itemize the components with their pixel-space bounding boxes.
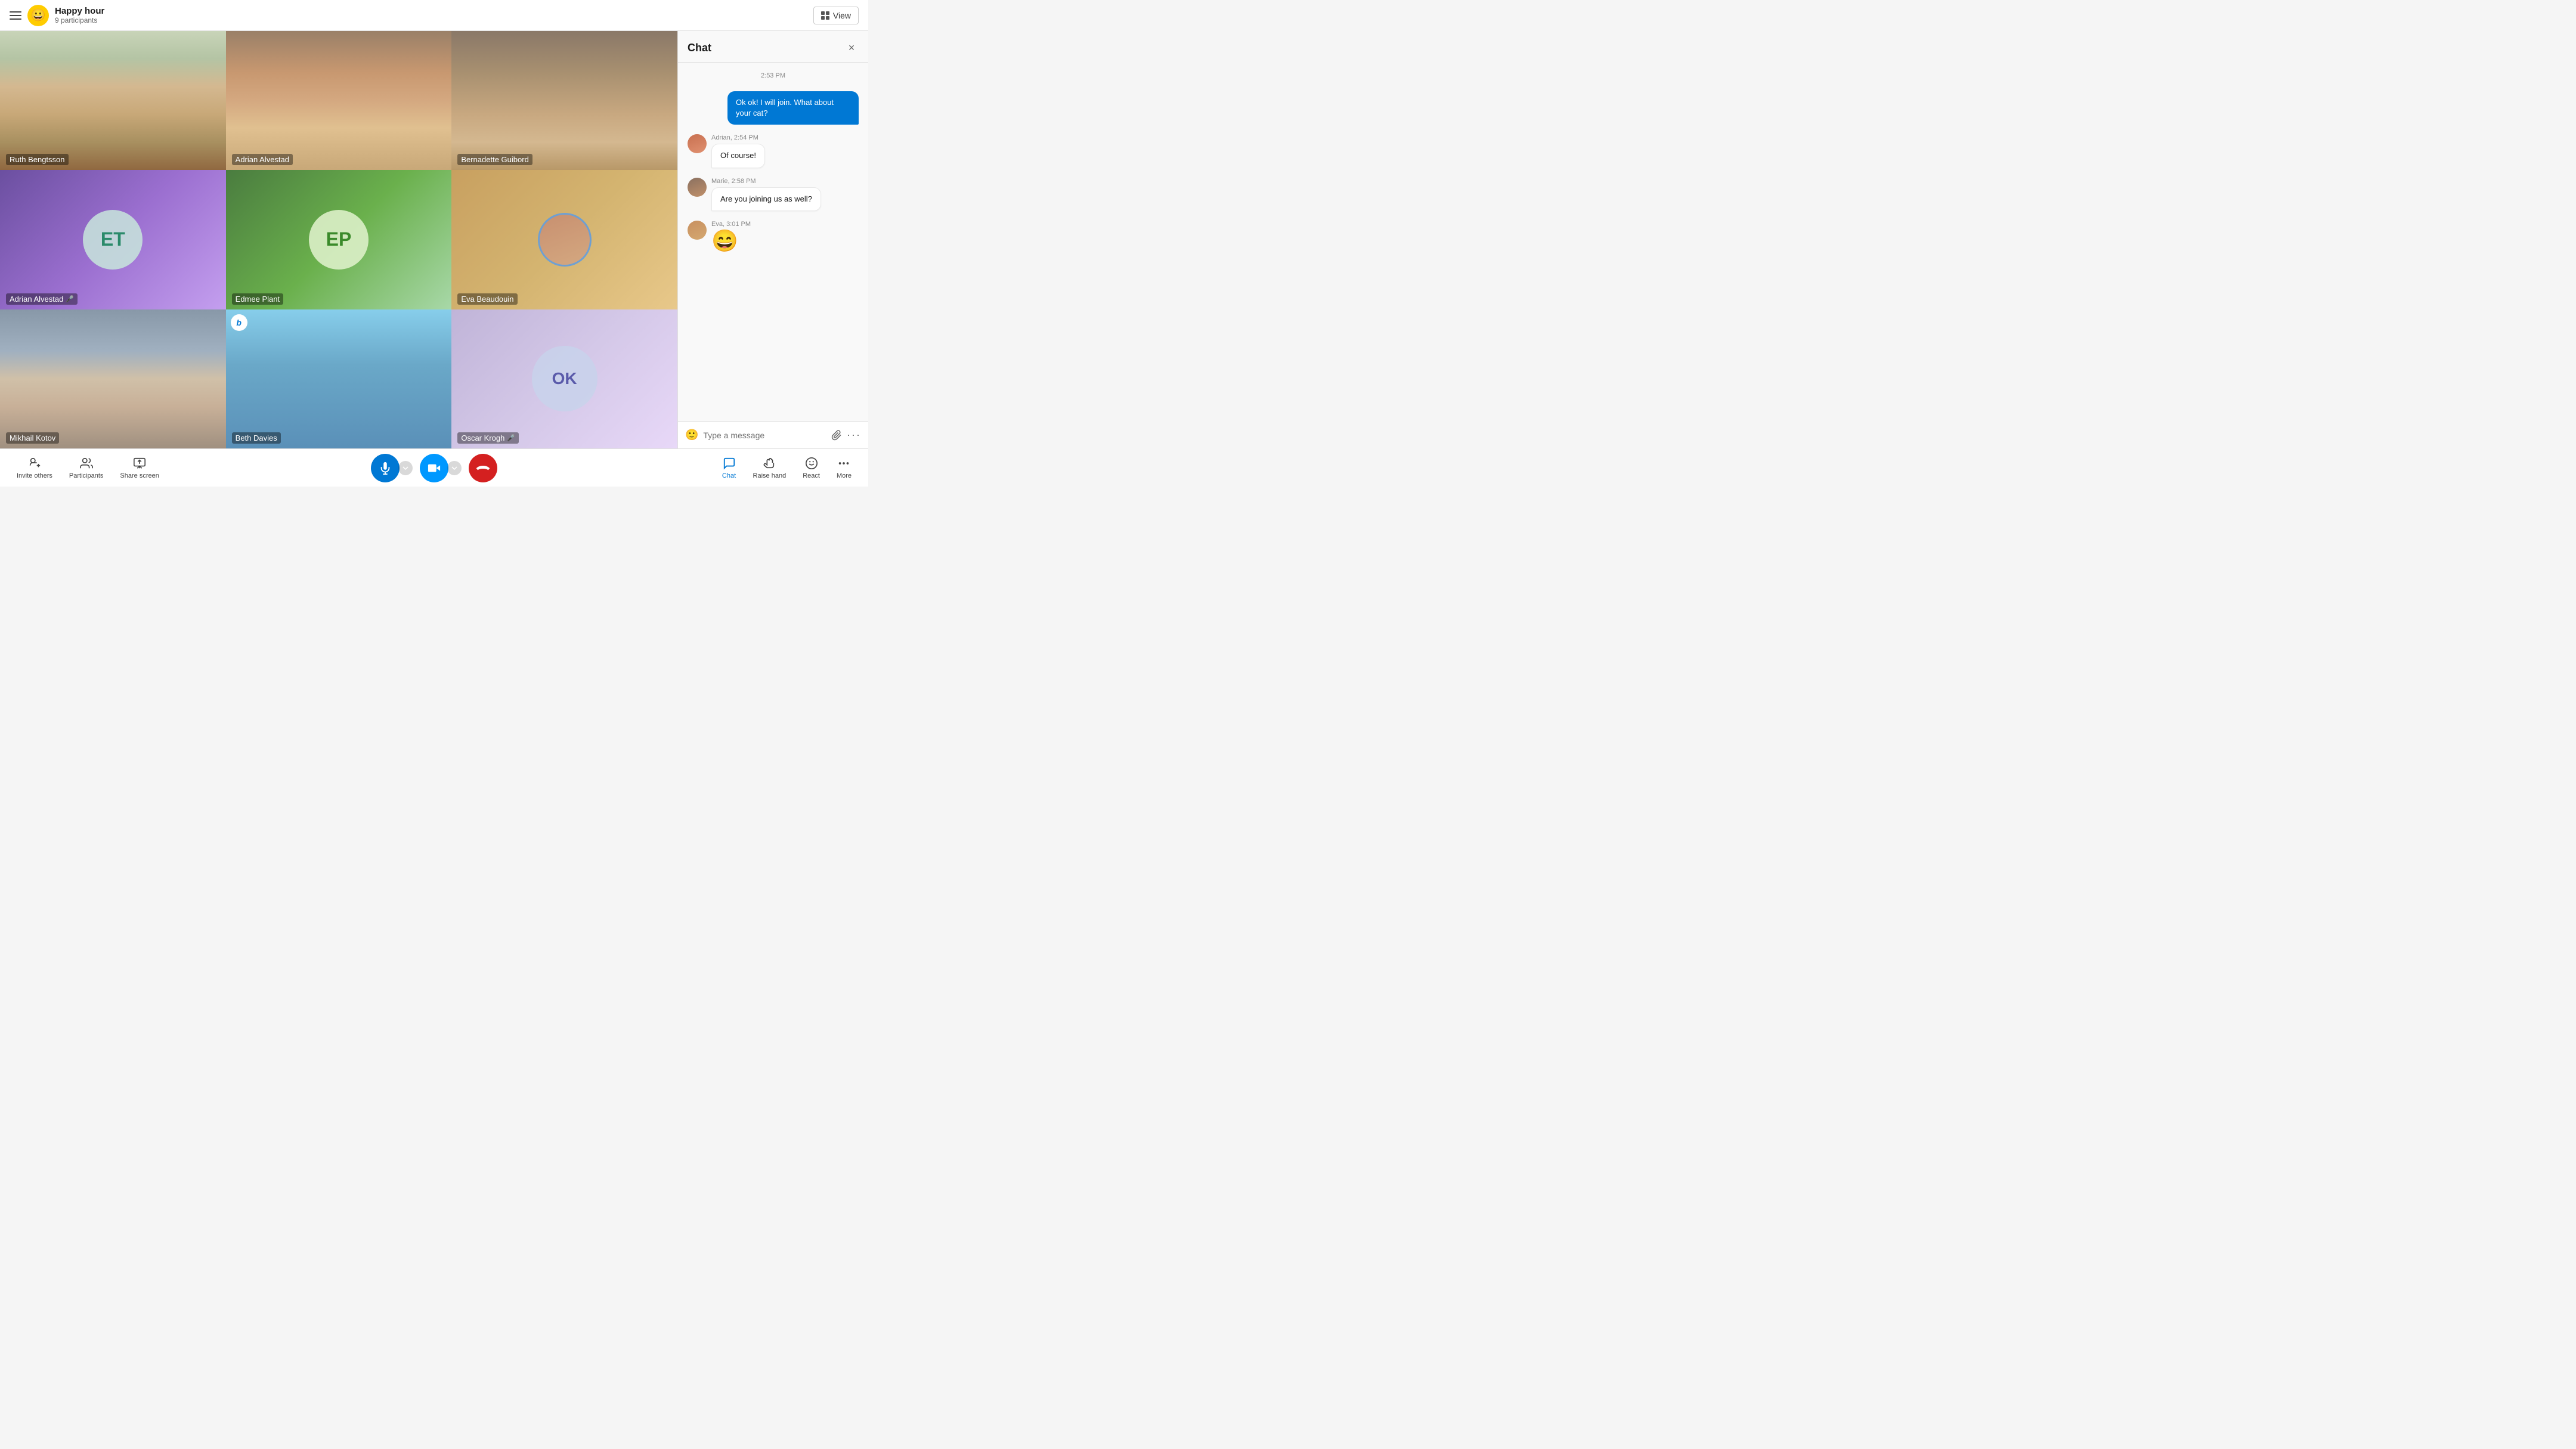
video-tile-eva: Eva Beaudouin	[451, 170, 677, 309]
bottom-toolbar: Invite others Participants	[0, 448, 868, 487]
video-tile-beth: b Beth Davies	[226, 309, 452, 448]
message-emoji-eva: 😄	[711, 230, 751, 252]
main-content: Ruth Bengtsson Adrian Alvestad Bernadett…	[0, 31, 868, 448]
participant-label-ruth: Ruth Bengtsson	[6, 154, 69, 165]
video-tile-oscar: OK Oscar Krogh 🎤	[451, 309, 677, 448]
participant-label-bernadette: Bernadette Guibord	[457, 154, 532, 165]
video-tile-adrian-group: Adrian Alvestad	[226, 31, 452, 170]
participant-label-beth: Beth Davies	[232, 432, 281, 444]
message-content-adrian: Adrian, 2:54 PM Of course!	[711, 134, 765, 168]
view-button-label: View	[833, 11, 851, 20]
more-button[interactable]: More	[829, 454, 859, 482]
video-grid: Ruth Bengtsson Adrian Alvestad Bernadett…	[0, 31, 677, 448]
chat-input-field[interactable]	[703, 431, 826, 440]
participant-label-et: Adrian Alvestad 🎤	[6, 293, 78, 305]
meeting-participants: 9 participants	[55, 16, 104, 24]
end-call-control-group	[469, 454, 497, 482]
raise-hand-button[interactable]: Raise hand	[746, 454, 794, 482]
message-marie: Marie, 2:58 PM Are you joining us as wel…	[688, 178, 859, 211]
chat-more-button[interactable]: ···	[847, 429, 861, 441]
participant-label-eva: Eva Beaudouin	[457, 293, 517, 305]
video-tile-ep: EP Edmee Plant	[226, 170, 452, 309]
message-bubble-adrian: Of course!	[711, 144, 765, 168]
chat-toolbar-button[interactable]: Chat	[715, 454, 744, 482]
message-bubble-self: Ok ok! I will join. What about your cat?	[727, 91, 859, 125]
video-tile-mikhail: Mikhail Kotov	[0, 309, 226, 448]
participant-label-ep: Edmee Plant	[232, 293, 283, 305]
message-adrian: Adrian, 2:54 PM Of course!	[688, 134, 859, 168]
participants-label: Participants	[69, 472, 103, 479]
message-self-1: Ok ok! I will join. What about your cat?	[688, 91, 859, 125]
message-sender-marie: Marie, 2:58 PM	[711, 178, 821, 185]
mic-muted-icon: 🎤	[66, 295, 74, 303]
toolbar-center	[369, 454, 500, 482]
chat-avatar-adrian	[688, 134, 707, 153]
react-icon	[804, 456, 819, 470]
chat-panel: Chat × 2:53 PM Ok ok! I will join. What …	[677, 31, 868, 448]
participants-icon	[79, 456, 94, 470]
participant-label-mikhail: Mikhail Kotov	[6, 432, 59, 444]
chat-toolbar-icon	[722, 456, 736, 470]
invite-others-label: Invite others	[17, 472, 52, 479]
raise-hand-label: Raise hand	[753, 472, 787, 479]
message-content-eva: Eva, 3:01 PM 😄	[711, 221, 751, 252]
chat-input-area: 🙂 ···	[678, 421, 868, 448]
header-left: 😀 Happy hour 9 participants	[10, 5, 813, 26]
chat-messages: 2:53 PM Ok ok! I will join. What about y…	[678, 63, 868, 421]
invite-icon	[27, 456, 42, 470]
invite-others-button[interactable]: Invite others	[10, 454, 60, 482]
video-button[interactable]	[420, 454, 448, 482]
menu-icon[interactable]	[10, 11, 21, 20]
share-screen-label: Share screen	[120, 472, 159, 479]
mic-control-group	[371, 454, 413, 482]
chat-avatar-eva	[688, 221, 707, 240]
share-screen-icon	[132, 456, 147, 470]
message-bubble-marie: Are you joining us as well?	[711, 187, 821, 211]
view-grid-icon	[821, 11, 829, 20]
message-sender-adrian: Adrian, 2:54 PM	[711, 134, 765, 141]
video-chevron-button[interactable]	[447, 461, 462, 475]
chat-toolbar-label: Chat	[722, 472, 736, 479]
meeting-title: Happy hour	[55, 6, 104, 16]
chat-header: Chat ×	[678, 31, 868, 63]
raise-hand-icon	[762, 456, 776, 470]
share-screen-button[interactable]: Share screen	[113, 454, 166, 482]
attach-button[interactable]	[831, 430, 842, 441]
mic-oscar-icon: 🎤	[507, 434, 515, 442]
toolbar-right: Chat Raise hand React	[715, 454, 859, 482]
avatar-ep: EP	[309, 210, 369, 270]
participants-button[interactable]: Participants	[62, 454, 110, 482]
end-call-button[interactable]	[469, 454, 497, 482]
mic-button[interactable]	[371, 454, 400, 482]
chat-avatar-marie	[688, 178, 707, 197]
avatar-et: ET	[83, 210, 143, 270]
meeting-info: Happy hour 9 participants	[55, 6, 104, 24]
video-tile-ruth: Ruth Bengtsson	[0, 31, 226, 170]
participant-label-oscar: Oscar Krogh 🎤	[457, 432, 519, 444]
avatar-ok: OK	[532, 346, 597, 411]
more-icon	[837, 456, 851, 470]
meeting-emoji: 😀	[27, 5, 49, 26]
header: 😀 Happy hour 9 participants View	[0, 0, 868, 31]
close-chat-button[interactable]: ×	[844, 41, 859, 55]
message-timestamp-1: 2:53 PM	[688, 72, 859, 79]
mic-chevron-button[interactable]	[398, 461, 413, 475]
react-label: React	[803, 472, 820, 479]
message-content-marie: Marie, 2:58 PM Are you joining us as wel…	[711, 178, 821, 211]
toolbar-left: Invite others Participants	[10, 454, 166, 482]
video-tile-et: ET Adrian Alvestad 🎤	[0, 170, 226, 309]
message-eva: Eva, 3:01 PM 😄	[688, 221, 859, 252]
chat-title: Chat	[688, 42, 711, 54]
message-sender-eva: Eva, 3:01 PM	[711, 221, 751, 228]
emoji-picker-button[interactable]: 🙂	[685, 429, 698, 441]
bing-badge: b	[231, 314, 247, 331]
view-button[interactable]: View	[813, 7, 859, 24]
more-label: More	[837, 472, 852, 479]
video-control-group	[420, 454, 462, 482]
video-tile-bernadette: Bernadette Guibord	[451, 31, 677, 170]
participant-label-adrian-group: Adrian Alvestad	[232, 154, 293, 165]
profile-circle-eva	[538, 213, 592, 267]
react-button[interactable]: React	[795, 454, 827, 482]
